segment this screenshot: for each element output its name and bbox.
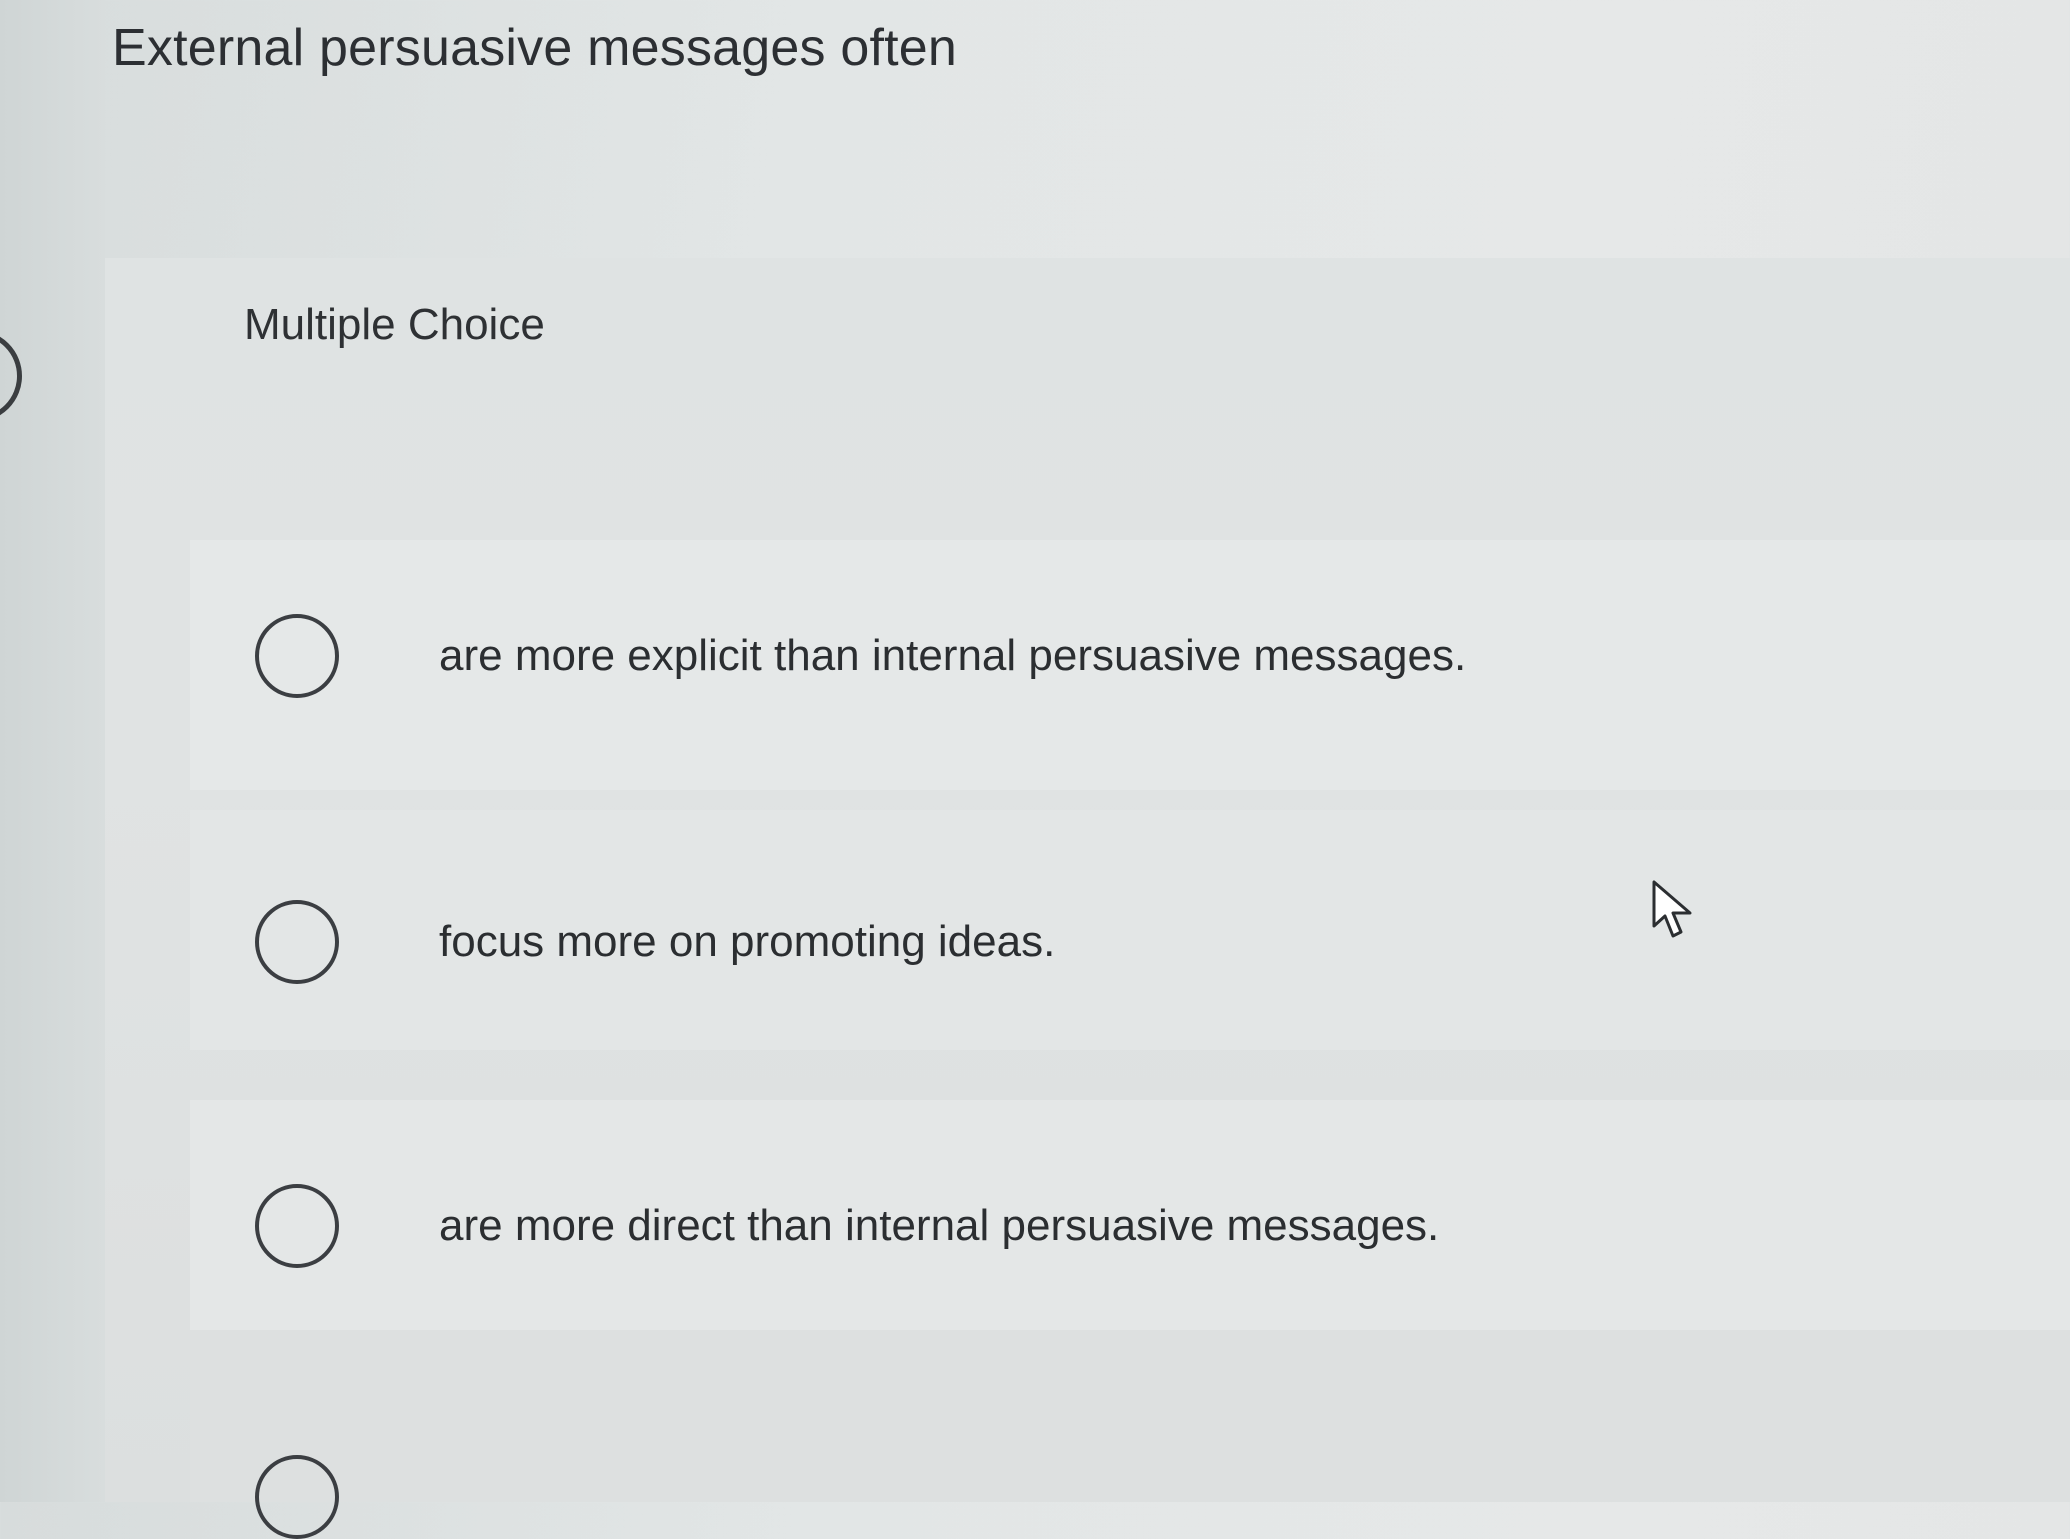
answer-option-1[interactable]: are more explicit than internal persuasi… — [255, 614, 1466, 698]
answer-option-label[interactable]: are more direct than internal persuasive… — [439, 1201, 1439, 1251]
radio-empty-icon[interactable] — [255, 614, 339, 698]
answer-option-4[interactable] — [255, 1455, 439, 1539]
question-type-label: Multiple Choice — [244, 300, 545, 349]
radio-empty-icon[interactable] — [255, 1455, 339, 1539]
answer-band — [190, 1340, 2070, 1502]
answer-option-label[interactable]: are more explicit than internal persuasi… — [439, 631, 1466, 681]
answer-option-label[interactable]: focus more on promoting ideas. — [439, 917, 1055, 967]
page-left-margin — [0, 0, 105, 1502]
question-title: External persuasive messages often — [112, 19, 958, 77]
answer-option-2[interactable]: focus more on promoting ideas. — [255, 900, 1055, 984]
radio-empty-icon[interactable] — [255, 1184, 339, 1268]
radio-empty-icon[interactable] — [255, 900, 339, 984]
mouse-pointer-icon — [1652, 880, 1692, 938]
answer-option-3[interactable]: are more direct than internal persuasive… — [255, 1184, 1439, 1268]
